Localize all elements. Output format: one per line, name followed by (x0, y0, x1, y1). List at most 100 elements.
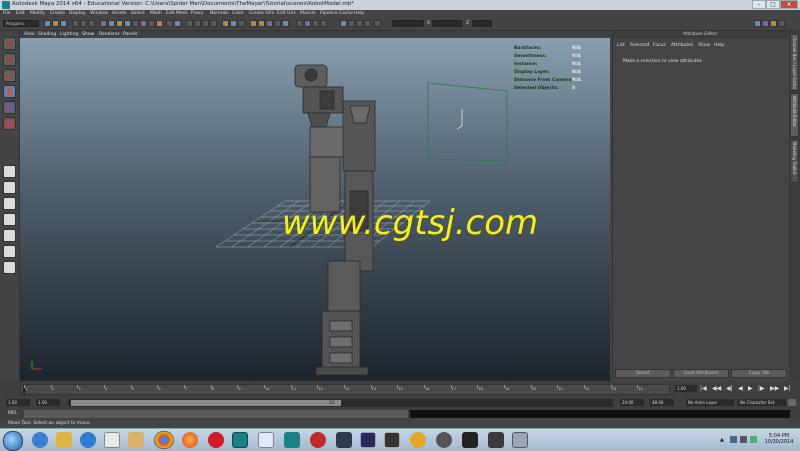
channel-box-toggle-icon[interactable] (754, 20, 761, 27)
render-settings-icon[interactable] (274, 20, 281, 27)
tab-attribute-editor[interactable]: Attribute Editor (790, 93, 799, 137)
step-forward-frame-icon[interactable]: |▶ (758, 385, 765, 392)
tool-settings-toggle-icon[interactable] (770, 20, 777, 27)
volume-icon[interactable] (740, 436, 747, 443)
menu-select[interactable]: Select (131, 11, 145, 16)
go-to-start-icon[interactable]: |◀ (700, 385, 707, 392)
ae-menu-focus[interactable]: Focus (653, 43, 666, 48)
menu-edit-mesh[interactable]: Edit Mesh (166, 11, 188, 16)
anim-layer-dropdown[interactable]: No Anim Layer (686, 399, 734, 406)
render-current-icon[interactable] (258, 20, 265, 27)
mask-handles-icon[interactable] (100, 20, 107, 27)
snap-point-icon[interactable] (202, 20, 209, 27)
layout-outliner-icon[interactable] (3, 213, 16, 226)
lasso-icon[interactable] (320, 20, 327, 27)
after-effects-icon[interactable] (360, 432, 376, 448)
clock[interactable]: 5:04 PM 10/30/2014 (762, 433, 796, 445)
playback-start-field[interactable]: 1.00 (36, 399, 60, 406)
zbrush-icon[interactable] (462, 432, 478, 448)
ae-copy-tab-button[interactable]: Copy Tab (731, 369, 787, 378)
menu-set-dropdown[interactable]: Polygons (3, 20, 39, 27)
layout-four-icon[interactable] (3, 181, 16, 194)
go-to-end-icon[interactable]: ▶| (784, 385, 791, 392)
command-input[interactable] (24, 410, 408, 418)
mudbox-icon[interactable] (310, 432, 326, 448)
ae-menu-show[interactable]: Show (698, 43, 710, 48)
play-forwards-icon[interactable]: ▶ (748, 385, 753, 392)
paint-select-tool-icon[interactable] (3, 69, 16, 82)
ae-menu-list[interactable]: List (617, 43, 625, 48)
highlight-selection-icon[interactable] (174, 20, 181, 27)
menu-window[interactable]: Window (90, 11, 108, 16)
tab-channel-box[interactable]: Channel Box / Layer Editor (790, 33, 799, 91)
time-slider[interactable]: 1 2 3 4 5 6 7 8 9 10 11 12 13 14 15 16 17 18 19 20 21 22 23 24 … (0, 381, 800, 397)
layout-graph-icon[interactable] (3, 229, 16, 242)
new-scene-icon[interactable] (44, 20, 51, 27)
field-x[interactable] (392, 20, 424, 27)
quick-rename-icon[interactable] (356, 20, 363, 27)
snap-grid-icon[interactable] (186, 20, 193, 27)
menu-proxy[interactable]: Proxy (191, 11, 203, 16)
relative-mode-icon[interactable] (340, 20, 347, 27)
menu-color[interactable]: Color (232, 11, 244, 16)
range-slider-track[interactable]: 24 (68, 399, 613, 407)
layout-hypershade-icon[interactable] (3, 245, 16, 258)
start-time-field[interactable]: 1.00 (6, 399, 30, 406)
start-button[interactable] (3, 431, 23, 451)
menu-pipeline-cache[interactable]: Pipeline Cache (320, 11, 353, 16)
mask-deformers-icon[interactable] (132, 20, 139, 27)
screen-capture-icon[interactable] (512, 432, 528, 448)
field-z[interactable] (472, 20, 492, 27)
mask-rendering-icon[interactable] (148, 20, 155, 27)
menu-edit-uvs[interactable]: Edit UVs (277, 11, 296, 16)
ae-select-button[interactable]: Select (615, 369, 671, 378)
notepad-icon[interactable] (258, 432, 274, 448)
time-slider-track[interactable]: 1 2 3 4 5 6 7 8 9 10 11 12 13 14 15 16 17 18 19 20 21 22 23 24 (20, 384, 670, 395)
ae-menu-selected[interactable]: Selected (630, 43, 650, 48)
select-tool-icon[interactable] (3, 37, 16, 50)
absolute-mode-icon[interactable] (348, 20, 355, 27)
hypershade-icon[interactable] (282, 20, 289, 27)
explorer-icon[interactable] (56, 432, 72, 448)
playback-end-field[interactable]: 24.00 (620, 399, 644, 406)
recorder-icon[interactable] (488, 432, 504, 448)
move-tool-icon[interactable] (3, 85, 16, 98)
transform-mode-icon[interactable] (296, 20, 303, 27)
select-component-icon[interactable] (88, 20, 95, 27)
close-button[interactable]: ✕ (780, 0, 798, 9)
firefox-icon[interactable] (182, 432, 198, 448)
menu-help[interactable]: Help (354, 11, 364, 16)
output-ops-icon[interactable] (230, 20, 237, 27)
show-sidebar-icon[interactable] (374, 20, 381, 27)
range-slider-handle[interactable]: 24 (71, 400, 341, 406)
snap-plane-icon[interactable] (210, 20, 217, 27)
save-scene-icon[interactable] (60, 20, 67, 27)
lasso-tool-icon[interactable] (3, 53, 16, 66)
layout-persp-icon[interactable] (3, 261, 16, 274)
ipr-render-icon[interactable] (266, 20, 273, 27)
network-icon[interactable] (730, 436, 737, 443)
active-app-icon[interactable] (384, 432, 400, 448)
step-forward-key-icon[interactable]: ▶▶ (770, 385, 779, 392)
mode-toggle-icon[interactable] (304, 20, 311, 27)
image-plane[interactable] (427, 82, 508, 162)
input-box-icon[interactable] (364, 20, 371, 27)
perspective-viewport[interactable]: View Shading Lighting Show Renderer Pane… (20, 31, 610, 381)
layout-single-icon[interactable] (3, 165, 16, 178)
menu-edit[interactable]: Edit (16, 11, 25, 16)
character-set-dropdown[interactable]: No Character Set (738, 399, 786, 406)
menu-muscle[interactable]: Muscle (300, 11, 316, 16)
maya-taskbar-icon[interactable] (232, 432, 248, 448)
photoshop-3d-icon[interactable] (336, 432, 352, 448)
step-back-frame-icon[interactable]: ◀| (726, 385, 733, 392)
menu-modify[interactable]: Modify (30, 11, 45, 16)
auto-key-icon[interactable] (788, 399, 796, 406)
opera-icon[interactable] (208, 432, 224, 448)
step-back-key-icon[interactable]: ◀◀ (712, 385, 721, 392)
render-view-icon[interactable] (250, 20, 257, 27)
ae-menu-attributes[interactable]: Attributes (671, 43, 693, 48)
battery-icon[interactable] (750, 436, 757, 443)
ae-load-attributes-button[interactable]: Load Attributes (673, 369, 729, 378)
layer-editor-toggle-icon[interactable] (778, 20, 785, 27)
menu-normals[interactable]: Normals (210, 11, 229, 16)
